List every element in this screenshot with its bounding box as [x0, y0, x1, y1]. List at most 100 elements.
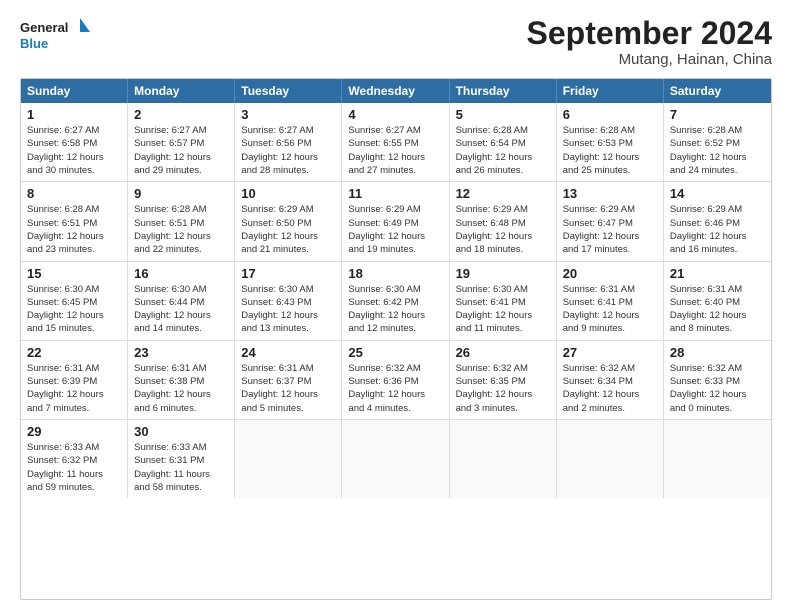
calendar-cell: 18 Sunrise: 6:30 AM Sunset: 6:42 PM Dayli… — [342, 262, 449, 340]
calendar-cell: 21 Sunrise: 6:31 AM Sunset: 6:40 PM Dayli… — [664, 262, 771, 340]
calendar-cell: 16 Sunrise: 6:30 AM Sunset: 6:44 PM Dayli… — [128, 262, 235, 340]
weekday-header: Thursday — [450, 79, 557, 103]
calendar-cell — [450, 420, 557, 498]
day-number: 16 — [134, 266, 228, 281]
day-info: Sunrise: 6:27 AM Sunset: 6:55 PM Dayligh… — [348, 124, 442, 177]
day-number: 19 — [456, 266, 550, 281]
calendar-cell: 25 Sunrise: 6:32 AM Sunset: 6:36 PM Dayli… — [342, 341, 449, 419]
calendar-cell: 4Sunrise: 6:27 AM Sunset: 6:55 PM Daylig… — [342, 103, 449, 181]
top-section: General Blue September 2024 Mutang, Hain… — [20, 16, 772, 68]
calendar-cell: 3 Sunrise: 6:27 AM Sunset: 6:56 PM Daylig… — [235, 103, 342, 181]
logo-svg: General Blue — [20, 16, 90, 54]
weekday-header: Saturday — [664, 79, 771, 103]
day-info: Sunrise: 6:28 AM Sunset: 6:51 PM Dayligh… — [134, 203, 228, 256]
calendar-cell: 17 Sunrise: 6:30 AM Sunset: 6:43 PM Dayli… — [235, 262, 342, 340]
day-info: Sunrise: 6:33 AM Sunset: 6:32 PM Dayligh… — [27, 441, 121, 494]
day-info: Sunrise: 6:30 AM Sunset: 6:41 PM Dayligh… — [456, 283, 550, 336]
day-number: 11 — [348, 186, 442, 201]
day-number: 3 — [241, 107, 335, 122]
day-number: 17 — [241, 266, 335, 281]
day-number: 30 — [134, 424, 228, 439]
day-info: Sunrise: 6:28 AM Sunset: 6:53 PM Dayligh… — [563, 124, 657, 177]
calendar-cell: 14 Sunrise: 6:29 AM Sunset: 6:46 PM Dayli… — [664, 182, 771, 260]
calendar-cell: 15Sunrise: 6:30 AM Sunset: 6:45 PM Dayli… — [21, 262, 128, 340]
day-info: Sunrise: 6:30 AM Sunset: 6:44 PM Dayligh… — [134, 283, 228, 336]
weekday-header: Sunday — [21, 79, 128, 103]
day-info: Sunrise: 6:29 AM Sunset: 6:47 PM Dayligh… — [563, 203, 657, 256]
day-info: Sunrise: 6:28 AM Sunset: 6:51 PM Dayligh… — [27, 203, 121, 256]
day-number: 27 — [563, 345, 657, 360]
calendar-cell — [557, 420, 664, 498]
day-info: Sunrise: 6:29 AM Sunset: 6:48 PM Dayligh… — [456, 203, 550, 256]
day-number: 12 — [456, 186, 550, 201]
svg-text:General: General — [20, 20, 68, 35]
calendar-cell: 11 Sunrise: 6:29 AM Sunset: 6:49 PM Dayli… — [342, 182, 449, 260]
day-info: Sunrise: 6:27 AM Sunset: 6:56 PM Dayligh… — [241, 124, 335, 177]
calendar-cell: 2 Sunrise: 6:27 AM Sunset: 6:57 PM Daylig… — [128, 103, 235, 181]
day-info: Sunrise: 6:28 AM Sunset: 6:52 PM Dayligh… — [670, 124, 765, 177]
day-info: Sunrise: 6:29 AM Sunset: 6:50 PM Dayligh… — [241, 203, 335, 256]
calendar-cell: 26Sunrise: 6:32 AM Sunset: 6:35 PM Dayli… — [450, 341, 557, 419]
month-title: September 2024 — [527, 16, 772, 51]
day-info: Sunrise: 6:29 AM Sunset: 6:46 PM Dayligh… — [670, 203, 765, 256]
day-info: Sunrise: 6:29 AM Sunset: 6:49 PM Dayligh… — [348, 203, 442, 256]
day-number: 23 — [134, 345, 228, 360]
calendar-cell: 22 Sunrise: 6:31 AM Sunset: 6:39 PM Dayli… — [21, 341, 128, 419]
location: Mutang, Hainan, China — [527, 51, 772, 68]
day-number: 29 — [27, 424, 121, 439]
day-info: Sunrise: 6:31 AM Sunset: 6:38 PM Dayligh… — [134, 362, 228, 415]
day-number: 15 — [27, 266, 121, 281]
day-number: 14 — [670, 186, 765, 201]
day-info: Sunrise: 6:30 AM Sunset: 6:43 PM Dayligh… — [241, 283, 335, 336]
day-info: Sunrise: 6:33 AM Sunset: 6:31 PM Dayligh… — [134, 441, 228, 494]
calendar-cell — [664, 420, 771, 498]
day-info: Sunrise: 6:32 AM Sunset: 6:36 PM Dayligh… — [348, 362, 442, 415]
day-number: 5 — [456, 107, 550, 122]
day-info: Sunrise: 6:31 AM Sunset: 6:41 PM Dayligh… — [563, 283, 657, 336]
calendar-row: 29 Sunrise: 6:33 AM Sunset: 6:32 PM Dayli… — [21, 420, 771, 498]
day-number: 13 — [563, 186, 657, 201]
calendar-cell: 12 Sunrise: 6:29 AM Sunset: 6:48 PM Dayli… — [450, 182, 557, 260]
calendar-row: 1Sunrise: 6:27 AM Sunset: 6:58 PM Daylig… — [21, 103, 771, 182]
day-number: 22 — [27, 345, 121, 360]
day-info: Sunrise: 6:30 AM Sunset: 6:42 PM Dayligh… — [348, 283, 442, 336]
calendar-body: 1Sunrise: 6:27 AM Sunset: 6:58 PM Daylig… — [21, 103, 771, 498]
day-info: Sunrise: 6:32 AM Sunset: 6:33 PM Dayligh… — [670, 362, 765, 415]
svg-text:Blue: Blue — [20, 36, 48, 51]
calendar-cell: 29 Sunrise: 6:33 AM Sunset: 6:32 PM Dayli… — [21, 420, 128, 498]
calendar-cell: 27 Sunrise: 6:32 AM Sunset: 6:34 PM Dayli… — [557, 341, 664, 419]
day-info: Sunrise: 6:31 AM Sunset: 6:37 PM Dayligh… — [241, 362, 335, 415]
day-number: 21 — [670, 266, 765, 281]
calendar-cell: 8Sunrise: 6:28 AM Sunset: 6:51 PM Daylig… — [21, 182, 128, 260]
day-number: 25 — [348, 345, 442, 360]
day-info: Sunrise: 6:31 AM Sunset: 6:40 PM Dayligh… — [670, 283, 765, 336]
day-number: 18 — [348, 266, 442, 281]
calendar-cell: 20 Sunrise: 6:31 AM Sunset: 6:41 PM Dayli… — [557, 262, 664, 340]
calendar: SundayMondayTuesdayWednesdayThursdayFrid… — [20, 78, 772, 600]
day-number: 10 — [241, 186, 335, 201]
day-number: 20 — [563, 266, 657, 281]
day-number: 6 — [563, 107, 657, 122]
calendar-cell: 10 Sunrise: 6:29 AM Sunset: 6:50 PM Dayli… — [235, 182, 342, 260]
calendar-cell: 6 Sunrise: 6:28 AM Sunset: 6:53 PM Daylig… — [557, 103, 664, 181]
calendar-cell: 19 Sunrise: 6:30 AM Sunset: 6:41 PM Dayli… — [450, 262, 557, 340]
calendar-cell: 30 Sunrise: 6:33 AM Sunset: 6:31 PM Dayli… — [128, 420, 235, 498]
calendar-row: 22 Sunrise: 6:31 AM Sunset: 6:39 PM Dayli… — [21, 341, 771, 420]
day-number: 2 — [134, 107, 228, 122]
calendar-row: 8Sunrise: 6:28 AM Sunset: 6:51 PM Daylig… — [21, 182, 771, 261]
day-info: Sunrise: 6:27 AM Sunset: 6:58 PM Dayligh… — [27, 124, 121, 177]
calendar-cell: 28Sunrise: 6:32 AM Sunset: 6:33 PM Dayli… — [664, 341, 771, 419]
day-info: Sunrise: 6:31 AM Sunset: 6:39 PM Dayligh… — [27, 362, 121, 415]
calendar-cell — [235, 420, 342, 498]
calendar-cell: 13 Sunrise: 6:29 AM Sunset: 6:47 PM Dayli… — [557, 182, 664, 260]
weekday-header: Monday — [128, 79, 235, 103]
header-right: September 2024 Mutang, Hainan, China — [527, 16, 772, 68]
page: General Blue September 2024 Mutang, Hain… — [0, 0, 792, 612]
day-info: Sunrise: 6:32 AM Sunset: 6:34 PM Dayligh… — [563, 362, 657, 415]
day-info: Sunrise: 6:27 AM Sunset: 6:57 PM Dayligh… — [134, 124, 228, 177]
weekday-header: Tuesday — [235, 79, 342, 103]
calendar-cell: 7 Sunrise: 6:28 AM Sunset: 6:52 PM Daylig… — [664, 103, 771, 181]
day-number: 7 — [670, 107, 765, 122]
weekday-header: Wednesday — [342, 79, 449, 103]
calendar-cell — [342, 420, 449, 498]
